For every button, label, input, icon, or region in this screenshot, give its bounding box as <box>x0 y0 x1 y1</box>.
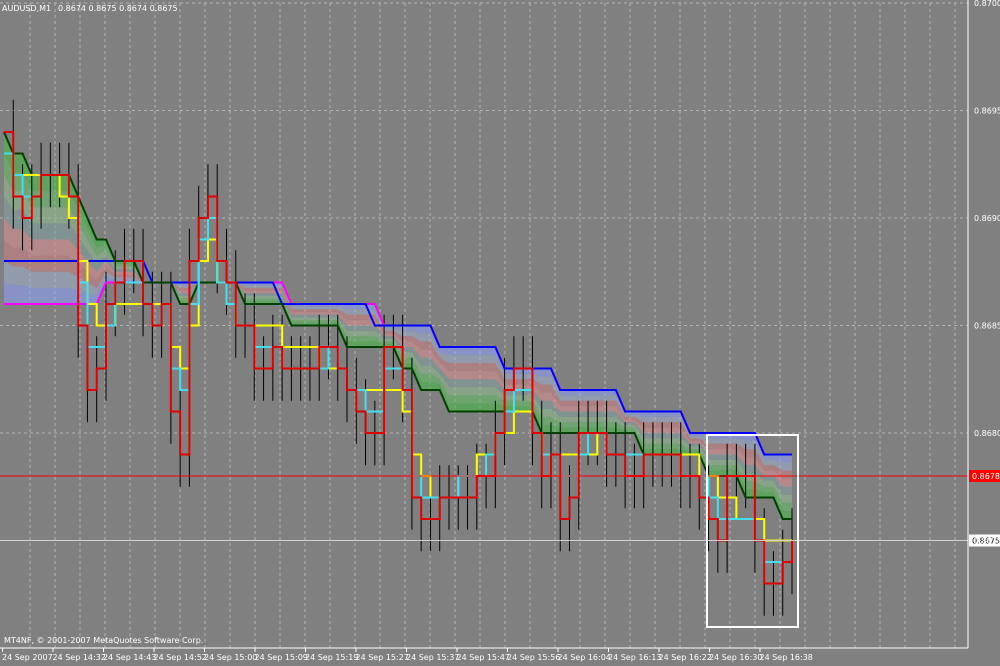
y-tick-label: 0.8690 <box>974 214 1000 223</box>
price-chart[interactable]: 0.8678 0.8675 0.8700 0.8695 0.8690 0.8685 0.8… <box>0 0 1000 662</box>
y-tick-label: 0.8700 <box>974 0 1000 8</box>
copyright-text: MT4NF, © 2001-2007 MetaQuotes Software C… <box>4 636 203 645</box>
x-tick-label: 24 Sep 14:32 <box>53 653 106 662</box>
x-tick-label: 24 Sep 15:37 <box>406 653 459 662</box>
chart-title: AUDUSD,M1 <box>2 4 51 13</box>
y-tick-label: 0.8685 <box>974 322 1000 331</box>
x-tick-label: 24 Sep 14:43 <box>103 653 156 662</box>
x-tick-label: 24 Sep 15:27 <box>356 653 409 662</box>
x-tick-label: 24 Sep 15:09 <box>255 653 308 662</box>
x-tick-label: 24 Sep 15:56 <box>507 653 560 662</box>
x-tick-label: 24 Sep 16:04 <box>558 653 611 662</box>
x-tick-label: 24 Sep 15:19 <box>305 653 358 662</box>
x-tick-label: 24 Sep 16:30 <box>709 653 762 662</box>
chart-window[interactable]: 0.8678 0.8675 0.8700 0.8695 0.8690 0.8685 0.8… <box>0 0 1000 662</box>
x-tick-label: 24 Sep 15:00 <box>204 653 257 662</box>
x-tick-label: 24 Sep 14:52 <box>154 653 207 662</box>
quote-values: 0.8674 0.8675 0.8674 0.8675 <box>58 4 178 13</box>
x-tick-label: 24 Sep 16:38 <box>760 653 813 662</box>
x-tick-label: 24 Sep 16:22 <box>659 653 712 662</box>
y-tick-label: 0.8680 <box>974 429 1000 438</box>
x-tick-label: 24 Sep 16:13 <box>608 653 661 662</box>
y-tick-label: 0.8675 <box>974 537 1000 546</box>
y-tick-label: 0.8695 <box>974 107 1000 116</box>
current-price-label: 0.8678 <box>972 472 1000 481</box>
chart-background <box>0 0 1000 662</box>
x-tick-label: 24 Sep 15:47 <box>457 653 510 662</box>
x-tick-label: 24 Sep 2007 <box>2 653 53 662</box>
